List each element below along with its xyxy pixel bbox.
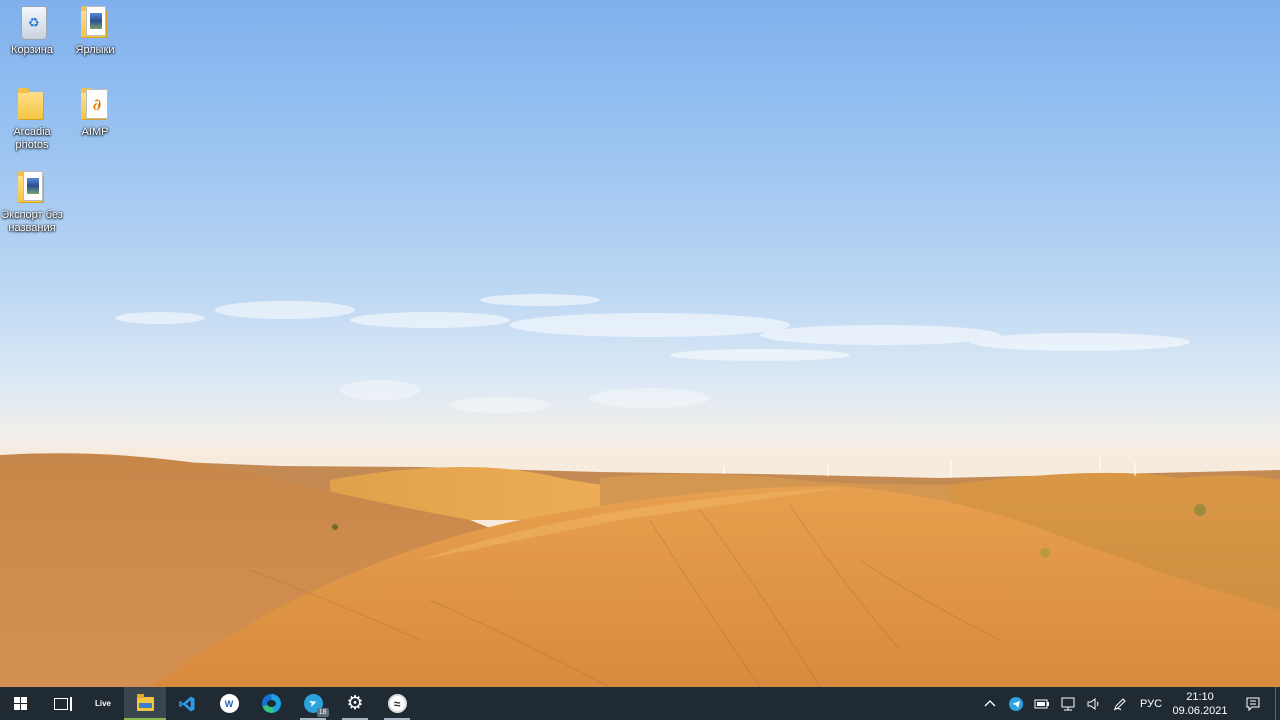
desktop-icon-shortcuts-folder[interactable]: Ярлыки (63, 4, 127, 57)
telegram-tray-icon (1009, 696, 1023, 711)
desktop-icon-label: Экспорт без названия (1, 209, 63, 234)
action-center-button[interactable] (1231, 687, 1275, 720)
taskbar-live-button[interactable]: Live (82, 687, 124, 720)
live-icon: Live (94, 699, 111, 708)
gear-icon: ⚙ (346, 693, 364, 714)
folder-icon (15, 86, 49, 124)
desktop-icon-export-untitled[interactable]: Экспорт без названия (0, 169, 64, 235)
show-hidden-icons-button[interactable] (977, 687, 1003, 720)
start-button[interactable] (0, 687, 40, 720)
tray-pen-workspace[interactable] (1107, 687, 1133, 720)
desert-landscape (0, 294, 1280, 687)
tray-telegram[interactable] (1003, 687, 1029, 720)
volume-icon (1087, 697, 1099, 710)
telegram-icon: ➤ 18 (303, 694, 329, 717)
desktop-icon-label: AIMP (81, 126, 109, 138)
desktop-icon-label: Корзина (11, 44, 53, 56)
clock-time: 21:10 (1186, 690, 1214, 703)
tray-volume[interactable] (1081, 687, 1107, 720)
desktop-icon-recycle-bin[interactable]: ♻ Корзина (0, 4, 64, 57)
aimp-folder-icon: ∂ (78, 86, 112, 124)
word-app-icon: W (219, 694, 239, 713)
task-view-button[interactable] (40, 687, 82, 720)
windows-logo-icon (13, 697, 27, 710)
folder-image-icon (15, 169, 49, 207)
folder-icon (78, 4, 112, 42)
aimp-player-icon: ≈ (387, 694, 407, 713)
system-tray: РУС 21:10 09.06.2021 (977, 687, 1280, 720)
taskbar: Live W ➤ 18 ⚙ ≈ РУС 21:10 09.06.2021 (0, 687, 1280, 720)
network-icon (1061, 697, 1075, 710)
file-explorer-icon (136, 693, 154, 711)
taskbar-telegram[interactable]: ➤ 18 (292, 687, 334, 720)
desktop-icon-arcadia-photos[interactable]: Arcadia photos (0, 86, 64, 152)
task-view-icon (54, 696, 72, 711)
taskbar-edge[interactable] (250, 687, 292, 720)
tray-clock[interactable]: 21:10 09.06.2021 (1169, 690, 1231, 718)
telegram-unread-badge: 18 (316, 708, 329, 717)
tray-battery[interactable] (1029, 687, 1055, 720)
show-desktop-button[interactable] (1275, 687, 1280, 720)
vscode-icon (179, 696, 195, 711)
desktop-icon-label: Arcadia photos (13, 126, 51, 151)
taskbar-word-app[interactable]: W (208, 687, 250, 720)
desktop-wallpaper (0, 0, 1280, 687)
taskbar-file-explorer[interactable] (124, 687, 166, 720)
desktop-icon-label: Ярлыки (75, 44, 115, 56)
desktop-icon-aimp[interactable]: ∂ AIMP (63, 86, 127, 139)
clock-date: 09.06.2021 (1172, 704, 1228, 717)
taskbar-vscode[interactable] (166, 687, 208, 720)
pen-icon (1113, 697, 1126, 710)
notification-icon (1246, 697, 1260, 711)
input-language-indicator[interactable]: РУС (1133, 687, 1169, 720)
battery-icon (1034, 699, 1049, 708)
edge-browser-icon (261, 694, 281, 713)
recycle-bin-icon: ♻ (15, 4, 49, 42)
chevron-up-icon (984, 699, 996, 706)
taskbar-aimp[interactable]: ≈ (376, 687, 418, 720)
taskbar-settings[interactable]: ⚙ (334, 687, 376, 720)
tray-network[interactable] (1055, 687, 1081, 720)
